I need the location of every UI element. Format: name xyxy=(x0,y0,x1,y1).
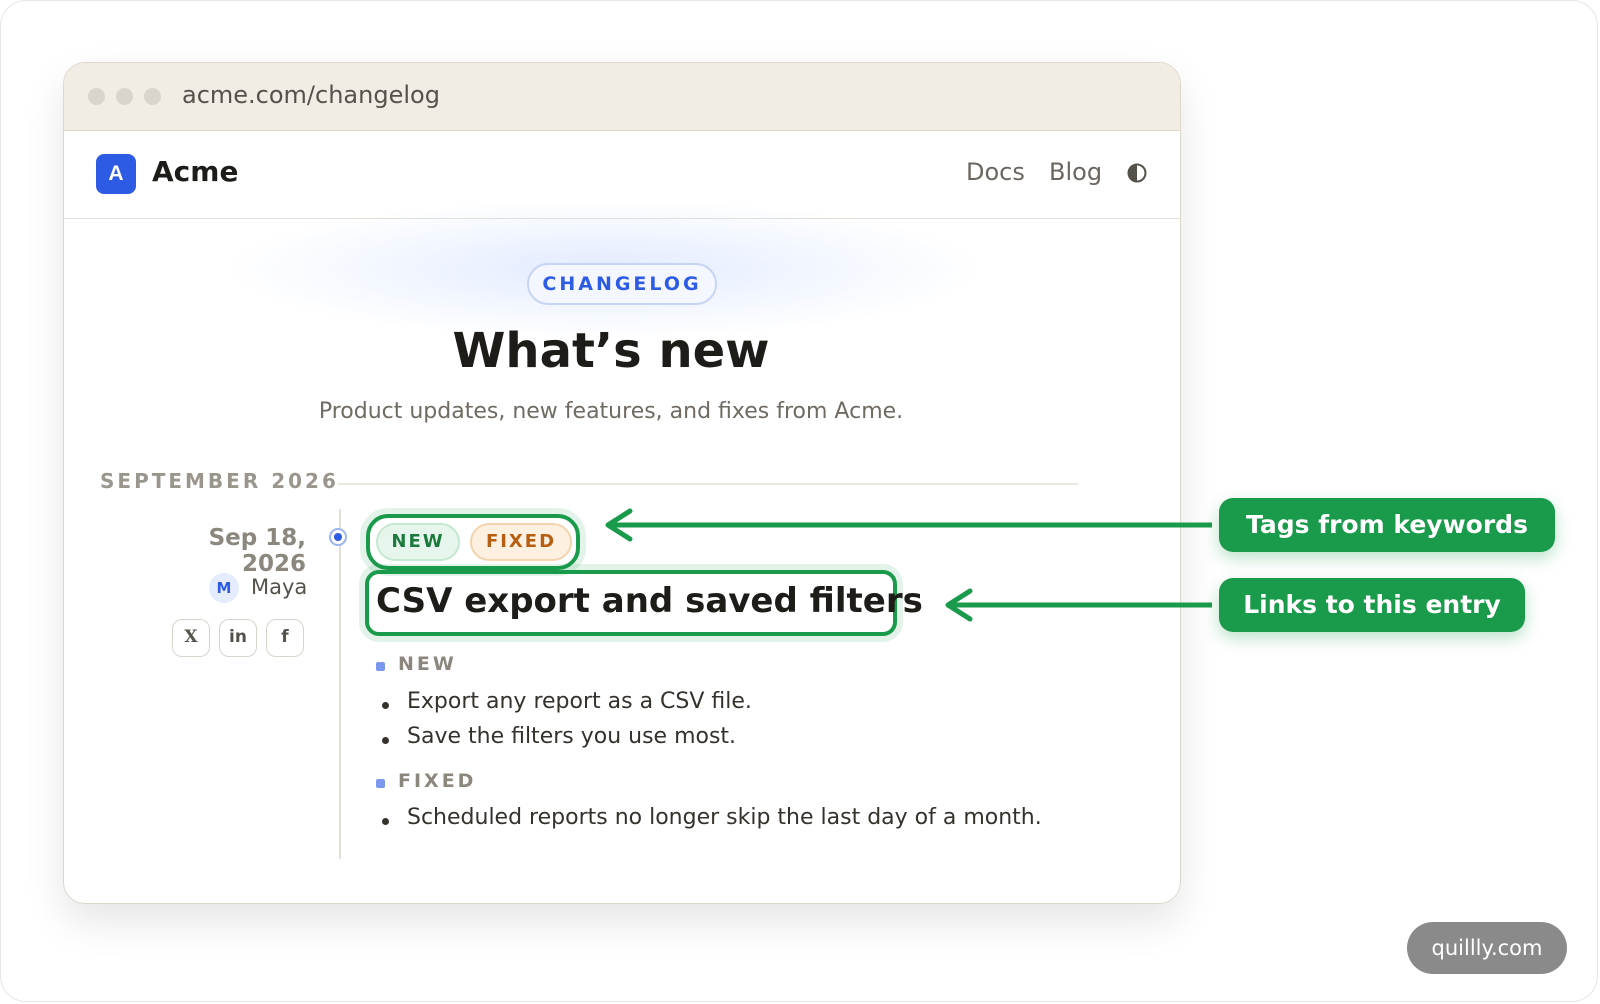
author-name: Maya xyxy=(251,575,308,599)
brand-name[interactable]: Acme xyxy=(152,155,238,188)
month-divider xyxy=(338,483,1078,485)
window-close-dot[interactable] xyxy=(88,88,105,105)
window-maximize-dot[interactable] xyxy=(144,88,161,105)
nav-link-blog[interactable]: Blog xyxy=(1049,158,1102,186)
section-heading-fixed: FIXED xyxy=(376,770,476,792)
timeline-line xyxy=(339,509,341,859)
list-item: Save the filters you use most. xyxy=(381,724,737,749)
callout-tags: Tags from keywords xyxy=(1219,498,1555,552)
share-facebook-button[interactable]: f xyxy=(266,619,304,657)
watermark-badge: quillly.com xyxy=(1407,922,1567,974)
browser-titlebar: acme.com/changelog xyxy=(64,63,1180,131)
address-bar[interactable]: acme.com/changelog xyxy=(182,81,440,109)
section-heading-new: NEW xyxy=(376,653,457,675)
changelog-content: CHANGELOG What’s new Product updates, ne… xyxy=(64,199,1180,903)
list-item: Scheduled reports no longer skip the las… xyxy=(382,805,1042,830)
tag-new[interactable]: NEW xyxy=(376,523,460,561)
share-linkedin-button[interactable]: in xyxy=(219,619,257,657)
changelog-pill: CHANGELOG xyxy=(527,263,717,305)
share-x-button[interactable]: X xyxy=(172,619,210,657)
list-item: Export any report as a CSV file. xyxy=(382,689,752,714)
tag-fixed[interactable]: FIXED xyxy=(470,523,572,561)
window-minimize-dot[interactable] xyxy=(116,88,133,105)
nav-link-docs[interactable]: Docs xyxy=(966,158,1025,186)
author-avatar: M xyxy=(209,573,239,603)
logo-icon[interactable]: A xyxy=(96,154,136,194)
callout-links: Links to this entry xyxy=(1219,578,1525,632)
page-title: What’s new xyxy=(452,323,770,379)
entry-date: Sep 18, 2026 xyxy=(208,525,306,577)
theme-toggle-icon[interactable] xyxy=(1127,163,1147,183)
page-subtitle: Product updates, new features, and fixes… xyxy=(318,399,904,424)
browser-window: acme.com/changelog A Acme Docs Blog CHAN… xyxy=(63,62,1181,904)
timeline-dot xyxy=(329,528,347,546)
entry-title-link[interactable]: CSV export and saved filters xyxy=(376,581,923,621)
month-heading: SEPTEMBER 2026 xyxy=(100,469,339,493)
